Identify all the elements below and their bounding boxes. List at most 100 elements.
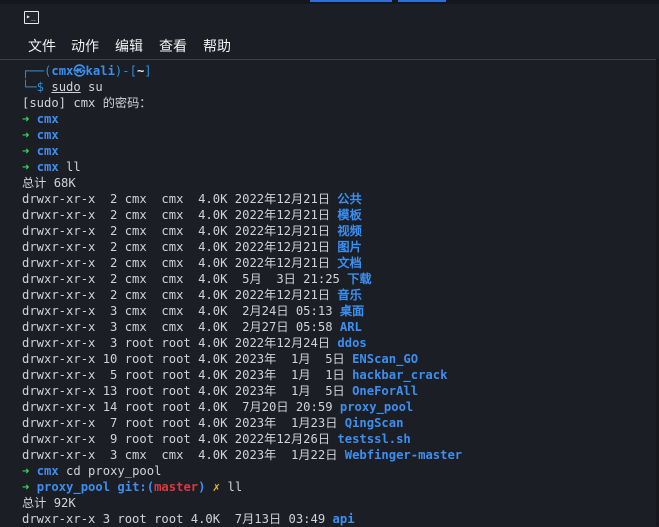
entry-name: 视频 bbox=[337, 224, 362, 238]
list-item: drwxr-xr-x 14 root root 4.0K 7月20日 20:59… bbox=[22, 399, 413, 415]
arrow-icon: ➜ bbox=[22, 112, 30, 126]
entry-meta: drwxr-xr-x 2 cmx cmx 4.0K 5月 3日 21:25 bbox=[22, 272, 348, 286]
menu-edit[interactable]: 编辑 bbox=[115, 36, 143, 56]
entry-meta: drwxr-xr-x 2 cmx cmx 4.0K 2022年12月21日 bbox=[22, 224, 338, 238]
top-accent bbox=[398, 0, 446, 2]
menu-view[interactable]: 查看 bbox=[159, 36, 187, 56]
total-line: 总计 92K bbox=[22, 495, 76, 511]
root-prompt: ➜ cmx bbox=[22, 143, 59, 159]
root-prompt: ➜ cmx cd proxy_pool bbox=[22, 463, 161, 479]
arrow-icon: ➜ bbox=[22, 144, 30, 158]
arrow-icon: ➜ bbox=[22, 160, 30, 174]
root-prompt: ➜ cmx bbox=[22, 127, 59, 143]
menu-bar: 文件 动作 编辑 查看 帮助 bbox=[0, 31, 659, 59]
prompt-line: ┌──(cmx㉿kali)-[~] bbox=[22, 63, 152, 79]
prompt-dir: cmx bbox=[36, 160, 59, 174]
prompt-dir: proxy_pool bbox=[36, 480, 111, 494]
prompt-line: └─$ sudo su bbox=[22, 79, 103, 95]
prompt-dir: cmx bbox=[36, 128, 59, 142]
total-line: 总计 68K bbox=[22, 175, 76, 191]
total-size: 总计 92K bbox=[22, 496, 76, 510]
list-item: drwxr-xr-x 2 cmx cmx 4.0K 2022年12月21日 公共 bbox=[22, 191, 362, 207]
entry-name: 音乐 bbox=[337, 288, 362, 302]
entry-name: proxy_pool bbox=[339, 400, 414, 414]
list-item: drwxr-xr-x 2 cmx cmx 4.0K 2022年12月21日 文档 bbox=[22, 255, 362, 271]
entry-name: api bbox=[332, 512, 355, 526]
entry-name: ARL bbox=[339, 320, 362, 334]
entry-meta: drwxr-xr-x 3 root root 4.0K 2022年12月24日 bbox=[22, 336, 338, 350]
entry-name: hackbar_crack bbox=[352, 368, 448, 382]
prompt-dir: cmx bbox=[36, 112, 59, 126]
list-item: drwxr-xr-x 3 root root 4.0K 7月13日 03:49 … bbox=[22, 511, 355, 527]
entry-meta: drwxr-xr-x 2 cmx cmx 4.0K 2022年12月21日 bbox=[22, 208, 338, 222]
list-item: drwxr-xr-x 2 cmx cmx 4.0K 2022年12月21日 图片 bbox=[22, 239, 362, 255]
list-item: drwxr-xr-x 3 cmx cmx 4.0K 2023年 1月22日 We… bbox=[22, 447, 462, 463]
entry-name: 文档 bbox=[337, 256, 362, 270]
root-prompt: ➜ cmx bbox=[22, 111, 59, 127]
command: ll bbox=[58, 160, 81, 174]
entry-meta: drwxr-xr-x 2 cmx cmx 4.0K 2022年12月21日 bbox=[22, 288, 338, 302]
entry-name: testssl.sh bbox=[337, 432, 411, 446]
entry-meta: drwxr-xr-x 3 cmx cmx 4.0K 2023年 1月22日 bbox=[22, 448, 345, 462]
entry-meta: drwxr-xr-x 3 root root 4.0K 7月13日 03:49 bbox=[22, 512, 333, 526]
list-item: drwxr-xr-x 2 cmx cmx 4.0K 5月 3日 21:25 下载 bbox=[22, 271, 372, 287]
root-prompt: ➜ cmx ll bbox=[22, 159, 81, 175]
arrow-icon: ➜ bbox=[22, 464, 30, 478]
entry-meta: drwxr-xr-x 14 root root 4.0K 7月20日 20:59 bbox=[22, 400, 340, 414]
user-host: cmx㉿kali bbox=[51, 64, 115, 78]
list-item: drwxr-xr-x 7 root root 4.0K 2023年 1月23日 … bbox=[22, 415, 403, 431]
entry-name: 公共 bbox=[337, 192, 362, 206]
sudo-password-prompt: [sudo] cmx 的密码： bbox=[22, 96, 152, 110]
menu-action[interactable]: 动作 bbox=[71, 36, 99, 56]
arrow-icon: ➜ bbox=[22, 128, 30, 142]
prompt-dir: cmx bbox=[36, 464, 59, 478]
prompt-bracket: )-[ bbox=[114, 64, 137, 78]
title-bar: ▸_ bbox=[0, 4, 659, 30]
terminal-output[interactable]: ┌──(cmx㉿kali)-[~] └─$ sudo su [sudo] cmx… bbox=[0, 59, 659, 527]
command: ll bbox=[220, 480, 243, 494]
entry-meta: drwxr-xr-x 3 cmx cmx 4.0K 2月27日 05:58 bbox=[22, 320, 340, 334]
entry-name: 图片 bbox=[337, 240, 362, 254]
list-item: drwxr-xr-x 3 cmx cmx 4.0K 2月27日 05:58 AR… bbox=[22, 319, 362, 335]
entry-name: 模板 bbox=[337, 208, 362, 222]
entry-name: OneForAll bbox=[352, 384, 419, 398]
top-accent bbox=[310, 0, 392, 2]
git-branch: master bbox=[154, 480, 199, 494]
prompt-symbol: └─$ bbox=[22, 80, 52, 94]
git-prompt: ➜ proxy_pool git:(master) ✗ ll bbox=[22, 479, 242, 495]
command: sudo bbox=[51, 80, 81, 94]
dirty-icon: ✗ bbox=[205, 480, 221, 494]
entry-name: ddos bbox=[337, 336, 367, 350]
prompt-bracket: ┌──( bbox=[22, 64, 52, 78]
prompt-dir: cmx bbox=[36, 144, 59, 158]
entry-meta: drwxr-xr-x 2 cmx cmx 4.0K 2022年12月21日 bbox=[22, 240, 338, 254]
command-args: su bbox=[80, 80, 103, 94]
menu-help[interactable]: 帮助 bbox=[203, 36, 231, 56]
entry-meta: drwxr-xr-x 2 cmx cmx 4.0K 2022年12月21日 bbox=[22, 256, 338, 270]
list-item: drwxr-xr-x 5 root root 4.0K 2023年 1月 1日 … bbox=[22, 367, 447, 383]
entry-meta: drwxr-xr-x 5 root root 4.0K 2023年 1月 1日 bbox=[22, 368, 353, 382]
total-size: 总计 68K bbox=[22, 176, 76, 190]
menu-file[interactable]: 文件 bbox=[28, 36, 56, 56]
entry-name: 下载 bbox=[347, 272, 372, 286]
arrow-icon: ➜ bbox=[22, 480, 30, 494]
entry-meta: drwxr-xr-x 13 root root 4.0K 2023年 1月 5日 bbox=[22, 384, 353, 398]
entry-meta: drwxr-xr-x 2 cmx cmx 4.0K 2022年12月21日 bbox=[22, 192, 338, 206]
entry-meta: drwxr-xr-x 7 root root 4.0K 2023年 1月23日 bbox=[22, 416, 345, 430]
entry-meta: drwxr-xr-x 10 root root 4.0K 2023年 1月 5日 bbox=[22, 352, 353, 366]
list-item: drwxr-xr-x 2 cmx cmx 4.0K 2022年12月21日 视频 bbox=[22, 223, 362, 239]
entry-name: 桌面 bbox=[339, 304, 365, 318]
list-item: drwxr-xr-x 2 cmx cmx 4.0K 2022年12月21日 音乐 bbox=[22, 287, 362, 303]
prompt-bracket: ] bbox=[144, 64, 152, 78]
entry-meta: drwxr-xr-x 9 root root 4.0K 2022年12月26日 bbox=[22, 432, 338, 446]
list-item: drwxr-xr-x 3 cmx cmx 4.0K 2月24日 05:13 桌面 bbox=[22, 303, 364, 319]
entry-name: QingScan bbox=[344, 416, 404, 430]
entry-meta: drwxr-xr-x 3 cmx cmx 4.0K 2月24日 05:13 bbox=[22, 304, 340, 318]
list-item: drwxr-xr-x 2 cmx cmx 4.0K 2022年12月21日 模板 bbox=[22, 207, 362, 223]
git-label: git:( bbox=[110, 480, 155, 494]
terminal-icon[interactable]: ▸_ bbox=[24, 11, 39, 24]
list-item: drwxr-xr-x 9 root root 4.0K 2022年12月26日 … bbox=[22, 431, 411, 447]
list-item: drwxr-xr-x 10 root root 4.0K 2023年 1月 5日… bbox=[22, 351, 418, 367]
list-item: drwxr-xr-x 3 root root 4.0K 2022年12月24日 … bbox=[22, 335, 367, 351]
command: cd proxy_pool bbox=[58, 464, 162, 478]
